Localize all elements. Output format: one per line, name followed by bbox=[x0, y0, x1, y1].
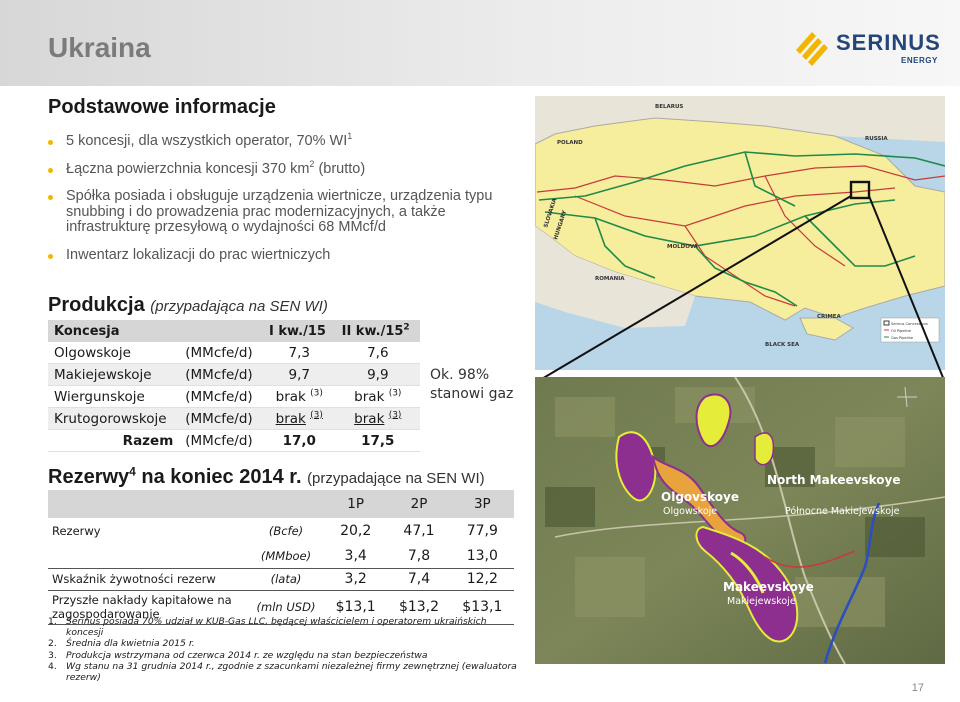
row-name: Krutogorowskoje bbox=[48, 407, 180, 430]
logo-mark-icon bbox=[796, 32, 828, 66]
row-q1: 17,0 bbox=[262, 429, 336, 452]
footnote: 1. Serinus posiada 70% udział w KUB-Gas L… bbox=[48, 616, 487, 639]
page-number: 17 bbox=[911, 682, 924, 694]
satellite-field-map: Olgovskoye Olgowskoje North Makeevskoye … bbox=[535, 377, 945, 664]
col-header-concession: Koncesja bbox=[48, 320, 263, 342]
field-north-makeevskoye-title: North Makeevskoye bbox=[767, 473, 900, 487]
bullet-icon bbox=[48, 140, 53, 145]
legend-oil-pipeline: Oil Pipeline bbox=[891, 329, 912, 333]
logo-subtext: ENERGY bbox=[901, 56, 938, 65]
row-q1: brak (3) bbox=[262, 385, 336, 408]
table-row: Krutogorowskoje (MMcfe/d) brak (3) brak … bbox=[48, 407, 420, 430]
production-header-row: Koncesja I kw./15 II kw./152 bbox=[48, 320, 420, 342]
map-label-crimea: CRIMEA bbox=[817, 314, 842, 320]
row-name: Wiergunskoje bbox=[48, 385, 180, 408]
logo-text: SERINUS bbox=[836, 30, 941, 55]
row-unit: (MMcfe/d) bbox=[179, 342, 263, 364]
col-header-2p: 2P bbox=[387, 490, 451, 518]
footnote: 3. Produkcja wstrzymana od czerwca 2014 r… bbox=[48, 649, 428, 661]
map-label-russia: RUSSIA bbox=[865, 136, 888, 142]
bullet-icon bbox=[48, 195, 53, 200]
footnotes: 1. Serinus posiada 70% udział w KUB-Gas L… bbox=[48, 616, 518, 683]
bullet-item: 5 koncesji, dla wszystkich operator, 70%… bbox=[48, 132, 518, 150]
table-row: Makiejewskoje (MMcfe/d) 9,7 9,9 bbox=[48, 363, 420, 386]
bullet-item: Łączna powierzchnia koncesji 370 km2 (br… bbox=[48, 159, 518, 178]
row-q1: brak (3) bbox=[262, 407, 336, 430]
map-label-belarus: BELARUS bbox=[655, 104, 683, 110]
row-unit: (MMcfe/d) bbox=[179, 429, 263, 452]
production-table: Koncesja I kw./15 II kw./152 Olgowskoje … bbox=[48, 320, 420, 452]
legend-concessions: Serinus Concessions bbox=[891, 322, 928, 326]
row-name: Olgowskoje bbox=[48, 342, 180, 364]
slide-title: Ukraina bbox=[48, 32, 151, 63]
production-subheading: (przypadająca na SEN WI) bbox=[150, 298, 328, 315]
table-row: Wiergunskoje (MMcfe/d) brak (3) brak (3) bbox=[48, 385, 420, 408]
row-q2: 17,5 bbox=[335, 429, 420, 452]
field-olgovskoye-title: Olgovskoye bbox=[661, 490, 739, 504]
col-header-q1: I kw./15 bbox=[262, 320, 336, 342]
map-label-poland: POLAND bbox=[557, 140, 583, 146]
table-row: (MMboe) 3,4 7,8 13,0 bbox=[48, 544, 514, 569]
field-makeevskoye-subtitle: Makiejewskoje bbox=[727, 596, 796, 607]
map-label-black-sea: BLACK SEA bbox=[765, 342, 800, 348]
row-q2: brak (3) bbox=[335, 407, 420, 430]
bullet-item: Spółka posiada i obsługuje urządzenia wi… bbox=[48, 188, 518, 236]
reserves-header-row: 1P 2P 3P bbox=[48, 490, 514, 518]
table-row: Wskaźnik żywotności rezerw (lata) 3,2 7,… bbox=[48, 568, 514, 591]
reserves-heading: Rezerwy4 na koniec 2014 r. (przypadające… bbox=[48, 464, 485, 488]
field-olgovskoye-subtitle: Olgowskoje bbox=[663, 506, 717, 517]
row-unit: (MMcfe/d) bbox=[179, 363, 263, 386]
field-north-makeevskoye-subtitle: Północne Makiejewskoje bbox=[785, 506, 900, 517]
basic-info-heading: Podstawowe informacje bbox=[48, 96, 276, 118]
legend-gas-pipeline: Gas Pipeline bbox=[891, 336, 914, 340]
col-header-q2: II kw./152 bbox=[335, 320, 420, 342]
row-q2: brak (3) bbox=[335, 385, 420, 408]
field-makeevskoye-title: Makeevskoye bbox=[723, 580, 814, 594]
ukraine-pipeline-map: BELARUS POLAND RUSSIA SLOVAKIA HUNGARY M… bbox=[535, 96, 945, 370]
table-row: Olgowskoje (MMcfe/d) 7,3 7,6 bbox=[48, 342, 420, 364]
company-logo: SERINUS ENERGY bbox=[790, 22, 940, 72]
footnote: 2. Średnia dla kwietnia 2015 r. bbox=[48, 638, 195, 650]
row-unit: (MMcfe/d) bbox=[179, 385, 263, 408]
row-q2: 9,9 bbox=[335, 363, 420, 386]
gas-share-note: Ok. 98% stanowi gaz bbox=[430, 367, 514, 402]
production-heading: Produkcja (przypadająca na SEN WI) bbox=[48, 294, 328, 316]
reserves-table: 1P 2P 3P Rezerwy (Bcfe) 20,2 47,1 77,9 (… bbox=[48, 490, 514, 625]
row-name: Razem bbox=[48, 429, 180, 452]
row-q1: 7,3 bbox=[262, 342, 336, 364]
map-label-moldova: MOLDOVA bbox=[667, 244, 699, 250]
bullet-icon bbox=[48, 167, 53, 173]
row-q1: 9,7 bbox=[262, 363, 336, 386]
reserves-subheading: (przypadające na SEN WI) bbox=[307, 470, 485, 487]
map-label-romania: ROMANIA bbox=[595, 276, 625, 282]
col-header-3p: 3P bbox=[450, 490, 514, 518]
col-header-1p: 1P bbox=[324, 490, 388, 518]
row-q2: 7,6 bbox=[335, 342, 420, 364]
basic-info-list: 5 koncesji, dla wszystkich operator, 70%… bbox=[48, 132, 518, 275]
table-row-total: Razem (MMcfe/d) 17,0 17,5 bbox=[48, 429, 420, 452]
table-row: Rezerwy (Bcfe) 20,2 47,1 77,9 bbox=[52, 523, 498, 539]
bullet-icon bbox=[48, 253, 53, 259]
row-name: Makiejewskoje bbox=[48, 363, 180, 386]
map-legend: Serinus Concessions Oil Pipeline Gas Pip… bbox=[880, 317, 940, 343]
row-unit: (MMcfe/d) bbox=[179, 407, 263, 430]
bullet-item: Inwentarz lokalizacji do prac wiertniczy… bbox=[48, 247, 518, 264]
footnote: 4. Wg stanu na 31 grudnia 2014 r., zgodni… bbox=[48, 660, 517, 684]
